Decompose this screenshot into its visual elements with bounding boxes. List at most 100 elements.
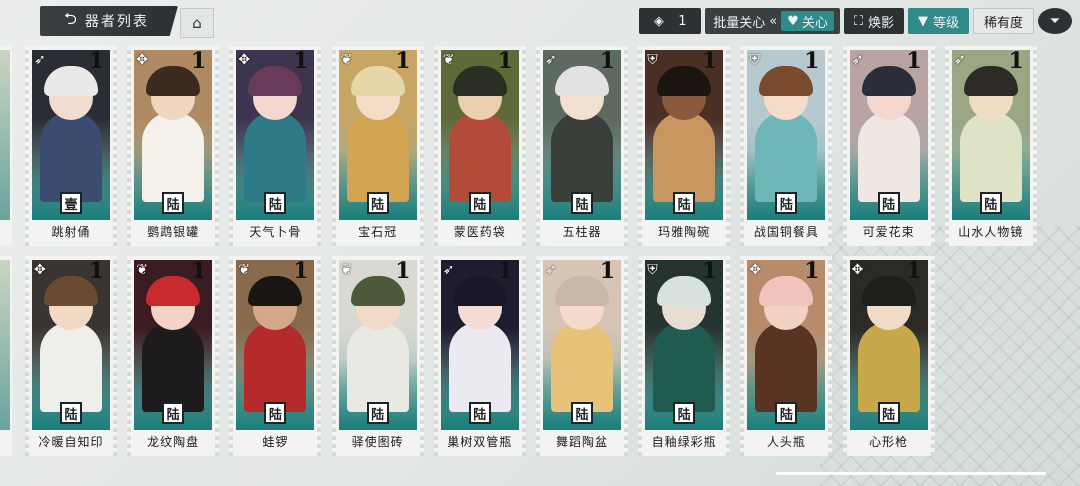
ticket-edge	[828, 46, 833, 246]
character-card[interactable]: ❦ 1 陆蛙锣	[229, 256, 322, 456]
character-card[interactable]: ✥ 1 陆冷暖自知印	[25, 256, 117, 456]
ticket-edge	[536, 46, 540, 246]
level-seal: 陆	[673, 402, 696, 424]
rank-number: 1	[190, 48, 207, 74]
character-card[interactable]: ➶ 1 陆巢树双管瓶	[433, 256, 526, 456]
ticket-edge	[215, 256, 220, 456]
level-seal: 陆	[366, 192, 389, 214]
batch-care-button[interactable]: 批量关心 « ♥ 关心	[705, 8, 840, 34]
shield-icon: ⛨	[647, 262, 658, 278]
character-card[interactable]: ⛨ 1 陆战国铜餐具	[740, 46, 833, 246]
filter-button[interactable]: ⏷	[1038, 8, 1072, 34]
ticket-edge	[944, 46, 949, 246]
character-card[interactable]: ➶ 1 陆舞蹈陶盆	[536, 256, 628, 456]
home-button[interactable]: ⌂	[180, 8, 214, 38]
feather-icon: ❦	[238, 262, 251, 278]
rank-number: 1	[293, 258, 309, 284]
ticket-edge	[331, 46, 336, 246]
bow-icon: ➶	[851, 52, 864, 68]
character-card[interactable]: ➶ 1 陆山水人物镜	[944, 46, 1037, 246]
level-seal: 陆	[468, 402, 491, 424]
rank-number: 1	[88, 48, 104, 74]
rank-number: 1	[906, 48, 922, 74]
diamond-icon: ◈	[653, 13, 664, 29]
card-name: 驿使图砖	[351, 435, 404, 449]
card-name: 鹦鹉银罐	[147, 225, 200, 239]
back-button[interactable]: ⮌ 器者列表	[40, 6, 178, 36]
character-card[interactable]: ❦ 1 陆蒙医药袋	[433, 46, 526, 246]
ticket-edge	[536, 256, 540, 456]
ticket-edge	[113, 256, 117, 456]
batch-care-label: 批量关心	[713, 15, 766, 31]
partial-card[interactable]	[0, 256, 12, 456]
rank-number: 1	[804, 48, 820, 74]
ticket-edge	[127, 46, 132, 246]
rank-number: 1	[599, 48, 615, 74]
ticket-edge	[624, 46, 628, 246]
rank-number: 1	[395, 48, 411, 74]
character-card[interactable]: ✥ 1 陆天气卜骨	[229, 46, 322, 246]
character-card[interactable]: ⛨ 1 陆自釉绿彩瓶	[638, 256, 731, 456]
skin-button[interactable]: ⛶ 焕影	[843, 8, 904, 34]
care-label: 关心	[801, 15, 828, 31]
level-seal: 陆	[468, 192, 491, 214]
knot-icon: ✥	[136, 52, 148, 68]
rank-number: 1	[906, 258, 922, 284]
character-card[interactable]: ❦ 1 陆宝石冠	[331, 46, 424, 246]
knot-icon: ✥	[238, 52, 251, 68]
bow-icon: ➶	[545, 52, 557, 68]
ticket-edge	[1032, 46, 1037, 246]
ticket-edge	[317, 46, 322, 246]
rank-number: 1	[293, 48, 309, 74]
feather-icon: ❦	[442, 52, 455, 68]
rarity-label: 稀有度	[983, 15, 1023, 31]
rank-number: 1	[497, 48, 513, 74]
ticket-edge	[127, 256, 132, 456]
character-card[interactable]: ✥ 1 陆鹦鹉银罐	[127, 46, 220, 246]
heart-icon: ♥	[787, 13, 799, 29]
ticket-edge	[521, 46, 526, 246]
count-button[interactable]: ◈ 1	[639, 8, 702, 34]
character-card[interactable]: ➶ 1 壹跳射俑	[25, 46, 117, 246]
character-card[interactable]: ❦ 1 陆龙纹陶盘	[127, 256, 220, 456]
character-card[interactable]: ✥ 1 陆心形枪	[842, 256, 935, 456]
toolbar: ◈ 1 批量关心 « ♥ 关心 ⛶ 焕影 ▼ 等级 稀有度 ⏷	[639, 8, 1072, 34]
feather-icon: ❦	[340, 262, 353, 278]
card-name: 战国铜餐具	[753, 225, 819, 239]
bow-icon: ➶	[545, 262, 557, 278]
card-name: 龙纹陶盘	[147, 435, 200, 449]
card-name: 蛙锣	[262, 435, 289, 449]
rank-number: 1	[88, 258, 104, 284]
ticket-edge	[521, 256, 526, 456]
back-arrow-icon: ⮌	[64, 8, 79, 28]
home-icon: ⌂	[192, 14, 202, 32]
character-card[interactable]: ⛨ 1 陆玛雅陶碗	[638, 46, 731, 246]
ticket-edge	[215, 46, 220, 246]
shield-icon: ⛨	[749, 52, 760, 68]
level-seal: 壹	[60, 192, 82, 214]
care-toggle[interactable]: ♥ 关心	[781, 11, 834, 31]
rank-number: 1	[395, 258, 411, 284]
character-card[interactable]: ➶ 1 陆可爱花束	[842, 46, 935, 246]
ticket-edge	[419, 256, 424, 456]
level-seal: 陆	[775, 192, 798, 214]
ticket-edge	[842, 256, 847, 456]
skin-icon: ⛶	[853, 13, 863, 29]
character-card[interactable]: ✥ 1 陆人头瓶	[740, 256, 833, 456]
level-seal: 陆	[264, 192, 287, 214]
ticket-edge	[229, 256, 234, 456]
character-card[interactable]: ❦ 1 陆驿使图砖	[331, 256, 424, 456]
partial-card[interactable]	[0, 46, 12, 246]
card-name: 五柱器	[562, 225, 602, 239]
level-seal: 陆	[571, 192, 593, 214]
horizontal-scrollbar[interactable]	[776, 472, 1046, 475]
character-card[interactable]: ➶ 1 陆五柱器	[536, 46, 628, 246]
ticket-edge	[419, 46, 424, 246]
ticket-edge	[740, 46, 745, 246]
sort-rarity-button[interactable]: 稀有度	[972, 8, 1034, 34]
level-seal: 陆	[673, 192, 696, 214]
rank-number: 1	[701, 258, 718, 284]
sort-level-button[interactable]: ▼ 等级	[907, 8, 969, 34]
level-label: 等级	[932, 15, 959, 31]
ticket-edge	[726, 46, 731, 246]
